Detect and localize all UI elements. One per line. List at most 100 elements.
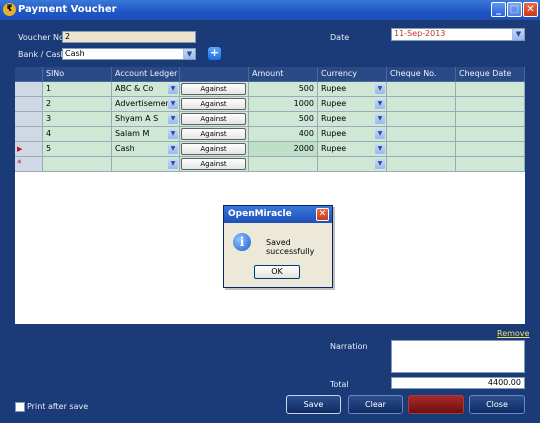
slno-cell[interactable]: 3	[43, 112, 112, 127]
delete-button[interactable]	[408, 395, 464, 414]
chevron-down-icon[interactable]: ▼	[183, 49, 195, 59]
cheque-date-cell[interactable]	[456, 157, 525, 172]
column-header-currency[interactable]: Currency	[318, 67, 387, 82]
narration-field[interactable]	[391, 340, 525, 373]
account-ledger-value: Cash	[115, 144, 135, 153]
account-ledger-cell[interactable]: ABC & Co ▼	[112, 82, 180, 97]
chevron-down-icon[interactable]: ▼	[168, 159, 178, 169]
save-button[interactable]: Save	[286, 395, 341, 414]
chevron-down-icon[interactable]: ▼	[168, 114, 178, 124]
add-ledger-button[interactable]: +	[208, 47, 221, 60]
cheque-no-cell[interactable]	[387, 127, 456, 142]
chevron-down-icon[interactable]: ▼	[168, 129, 178, 139]
currency-cell[interactable]: Rupee ▼	[318, 82, 387, 97]
maximize-button[interactable]: □	[507, 2, 522, 17]
chevron-down-icon[interactable]: ▼	[375, 84, 385, 94]
against-button[interactable]: Against	[181, 128, 246, 140]
remove-link[interactable]: Remove	[497, 329, 529, 338]
slno-cell[interactable]: 5	[43, 142, 112, 157]
column-header-slno[interactable]: SlNo	[43, 67, 112, 82]
against-button[interactable]: Against	[181, 113, 246, 125]
title-bar[interactable]: ₹ Payment Voucher _ □ ✕	[0, 0, 540, 20]
cheque-date-cell[interactable]	[456, 142, 525, 157]
row-header-cell[interactable]: ▶	[15, 142, 43, 157]
account-ledger-cell[interactable]: Salam M ▼	[112, 127, 180, 142]
amount-cell[interactable]: 500	[249, 112, 318, 127]
row-header-cell[interactable]	[15, 127, 43, 142]
window-title: Payment Voucher	[18, 4, 117, 15]
against-button[interactable]: Against	[181, 83, 246, 95]
against-button[interactable]: Against	[181, 158, 246, 170]
dialog-close-button[interactable]: ✕	[316, 208, 329, 221]
column-header-cheque-no[interactable]: Cheque No.	[387, 67, 456, 82]
slno-cell[interactable]: 4	[43, 127, 112, 142]
bank-cash-value: Cash	[65, 49, 85, 58]
narration-label: Narration	[330, 342, 368, 351]
row-header-cell[interactable]	[15, 82, 43, 97]
against-button[interactable]: Against	[181, 143, 246, 155]
cheque-no-cell[interactable]	[387, 97, 456, 112]
row-header-cell[interactable]: *	[15, 157, 43, 172]
currency-cell[interactable]: Rupee ▼	[318, 142, 387, 157]
account-ledger-cell[interactable]: Advertisements ▼	[112, 97, 180, 112]
date-value: 11-Sep-2013	[394, 29, 446, 38]
cheque-date-cell[interactable]	[456, 97, 525, 112]
row-header-cell[interactable]	[15, 112, 43, 127]
amount-cell[interactable]: 400	[249, 127, 318, 142]
column-header-cheque-date[interactable]: Cheque Date	[456, 67, 525, 82]
table-row[interactable]: ▶ 5 Cash ▼ Against 2000 Rupee ▼	[15, 142, 525, 157]
cheque-no-cell[interactable]	[387, 82, 456, 97]
chevron-down-icon[interactable]: ▼	[512, 29, 524, 40]
print-after-save-checkbox[interactable]	[15, 402, 25, 412]
cheque-no-cell[interactable]	[387, 112, 456, 127]
currency-cell[interactable]: ▼	[318, 157, 387, 172]
table-row[interactable]: 4 Salam M ▼ Against 400 Rupee ▼	[15, 127, 525, 142]
new-row-star-icon: *	[17, 159, 22, 169]
chevron-down-icon[interactable]: ▼	[168, 99, 178, 109]
chevron-down-icon[interactable]: ▼	[168, 84, 178, 94]
chevron-down-icon[interactable]: ▼	[375, 99, 385, 109]
slno-cell[interactable]: 2	[43, 97, 112, 112]
cheque-no-cell[interactable]	[387, 157, 456, 172]
amount-cell[interactable]	[249, 157, 318, 172]
chevron-down-icon[interactable]: ▼	[375, 114, 385, 124]
cheque-date-cell[interactable]	[456, 82, 525, 97]
slno-cell[interactable]: 1	[43, 82, 112, 97]
slno-cell[interactable]	[43, 157, 112, 172]
table-row[interactable]: 3 Shyam A S ▼ Against 500 Rupee ▼	[15, 112, 525, 127]
amount-cell[interactable]: 2000	[249, 142, 318, 157]
account-ledger-cell[interactable]: Shyam A S ▼	[112, 112, 180, 127]
voucher-no-field[interactable]: 2	[62, 31, 196, 43]
currency-cell[interactable]: Rupee ▼	[318, 127, 387, 142]
chevron-down-icon[interactable]: ▼	[375, 129, 385, 139]
table-row[interactable]: 1 ABC & Co ▼ Against 500 Rupee ▼	[15, 82, 525, 97]
against-cell: Against	[180, 142, 249, 157]
account-ledger-cell[interactable]: Cash ▼	[112, 142, 180, 157]
voucher-no-label: Voucher No.	[18, 33, 67, 42]
currency-cell[interactable]: Rupee ▼	[318, 97, 387, 112]
chevron-down-icon[interactable]: ▼	[168, 144, 178, 154]
bank-cash-select[interactable]: Cash ▼	[62, 48, 196, 60]
table-row[interactable]: 2 Advertisements ▼ Against 1000 Rupee ▼	[15, 97, 525, 112]
cheque-date-cell[interactable]	[456, 112, 525, 127]
clear-button[interactable]: Clear	[348, 395, 403, 414]
amount-cell[interactable]: 1000	[249, 97, 318, 112]
chevron-down-icon[interactable]: ▼	[375, 144, 385, 154]
column-header-against[interactable]	[180, 67, 249, 82]
close-window-button[interactable]: ✕	[523, 2, 538, 17]
date-picker[interactable]: 11-Sep-2013 ▼	[391, 28, 525, 41]
chevron-down-icon[interactable]: ▼	[375, 159, 385, 169]
row-header-cell[interactable]	[15, 97, 43, 112]
cheque-date-cell[interactable]	[456, 127, 525, 142]
new-row[interactable]: * ▼ Against ▼	[15, 157, 525, 172]
against-button[interactable]: Against	[181, 98, 246, 110]
amount-cell[interactable]: 500	[249, 82, 318, 97]
cheque-no-cell[interactable]	[387, 142, 456, 157]
column-header-amount[interactable]: Amount	[249, 67, 318, 82]
account-ledger-cell[interactable]: ▼	[112, 157, 180, 172]
minimize-button[interactable]: _	[491, 2, 506, 17]
column-header-account-ledger[interactable]: Account Ledger	[112, 67, 180, 82]
currency-cell[interactable]: Rupee ▼	[318, 112, 387, 127]
ok-button[interactable]: OK	[254, 265, 300, 279]
close-button[interactable]: Close	[469, 395, 525, 414]
